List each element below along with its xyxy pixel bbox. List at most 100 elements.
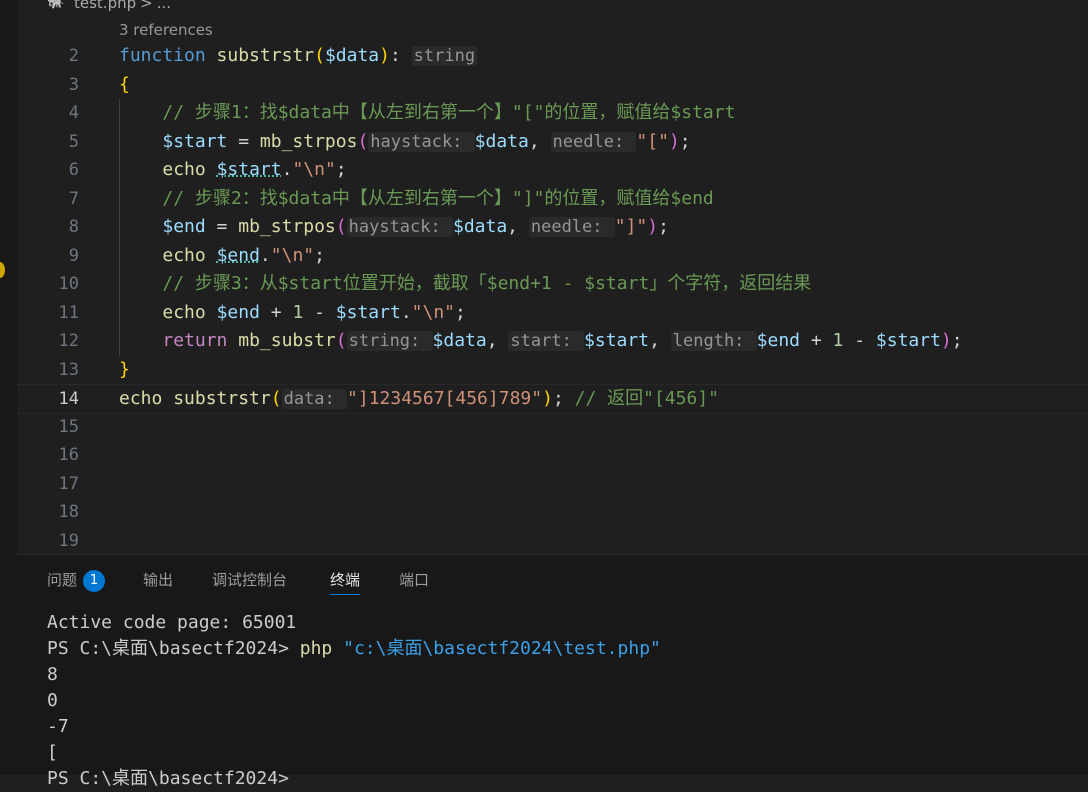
line-number[interactable]: 7 [17, 185, 79, 213]
code-text: echo substrstr(data: "]1234567[456]789")… [119, 385, 719, 413]
code-line[interactable]: 16 [17, 441, 1088, 469]
code-text: // 步骤3：从$start位置开始，截取「$end+1 - $start」个字… [119, 270, 811, 298]
code-token: ; [679, 130, 691, 152]
code-token: // 步骤3：从$start位置开始，截取「$end+1 - $start」个字… [162, 273, 812, 294]
code-line[interactable]: 14 echo substrstr(data: "]1234567[456]789… [17, 384, 1088, 414]
code-text: echo $end + 1 - $start."\n"; [119, 299, 466, 327]
code-token: ( [270, 388, 282, 409]
line-number[interactable]: 3 [17, 71, 79, 99]
breadcrumb-file[interactable]: test.php >... [74, 0, 171, 12]
line-number[interactable]: 2 [17, 42, 79, 70]
code-token: $data [324, 45, 380, 66]
code-token: : [389, 45, 412, 66]
line-number[interactable]: 17 [17, 470, 79, 498]
line-number[interactable]: 10 [17, 270, 79, 298]
line-number[interactable]: 16 [17, 441, 79, 469]
code-line[interactable]: 5 $start = mb_strpos(haystack: $data, ne… [17, 128, 1088, 156]
tab-output[interactable]: 输出 [143, 569, 173, 590]
line-number[interactable]: 15 [17, 413, 79, 441]
code-token: 1 [832, 330, 844, 351]
code-token: $end [162, 216, 206, 237]
tab-debug-console[interactable]: 调试控制台 [212, 569, 287, 590]
bottom-panel: 问题 1 输出 调试控制台 终端 端口 Active code page: 650… [17, 554, 1088, 789]
code-line[interactable]: 18 [17, 498, 1088, 526]
code-token: ; [552, 388, 575, 409]
code-token: 1 [292, 301, 304, 323]
code-token: $end [216, 244, 260, 266]
line-number[interactable]: 8 [17, 213, 79, 241]
code-token: = [205, 216, 239, 237]
line-number[interactable]: 5 [17, 128, 79, 156]
tab-ports[interactable]: 端口 [399, 569, 429, 590]
code-token: "]1234567[456]789" [347, 388, 543, 409]
line-number[interactable]: 6 [17, 156, 79, 184]
tab-problems[interactable]: 问题 1 [47, 569, 106, 592]
codelens-references[interactable]: 3 references [119, 21, 213, 39]
php-file-icon: 🐘 [47, 0, 65, 10]
code-line[interactable]: 2 function substrstr($data): string [17, 42, 1088, 70]
line-number[interactable]: 14 [17, 385, 79, 413]
code-token: $end [216, 301, 260, 323]
code-token: $start [162, 130, 228, 152]
terminal-line: Active code page: 65001 [47, 612, 297, 633]
code-line[interactable]: 11 echo $end + 1 - $start."\n"; [17, 299, 1088, 327]
code-editor[interactable]: 3 references 2 function substrstr($data):… [17, 18, 1088, 554]
tab-terminal[interactable]: 终端 [330, 569, 361, 595]
breadcrumb-filename[interactable]: test.php [74, 0, 136, 12]
line-number[interactable]: 4 [17, 99, 79, 127]
code-token: $data [452, 216, 508, 237]
code-token: + [259, 301, 293, 323]
code-text: $start = mb_strpos(haystack: $data, need… [119, 128, 691, 156]
code-token: echo [162, 159, 206, 180]
code-line[interactable]: 3{ [17, 71, 1088, 99]
terminal-output[interactable]: Active code page: 65001 PS C:\桌面\basectf… [47, 610, 1088, 792]
line-number[interactable]: 13 [17, 356, 79, 384]
code-token: mb_strpos [238, 216, 336, 237]
line-number[interactable]: 18 [17, 498, 79, 526]
line-number[interactable]: 12 [17, 327, 79, 355]
code-token: echo [119, 388, 163, 409]
code-line[interactable]: 17 [17, 470, 1088, 498]
breadcrumb-ellipsis[interactable]: ... [157, 0, 171, 12]
code-line[interactable]: 13} [17, 356, 1088, 384]
code-token: $start [875, 330, 941, 351]
code-text: echo $end."\n"; [119, 242, 325, 270]
terminal-prompt: PS C:\桌面\basectf2024> [47, 638, 300, 659]
code-token: ; [314, 244, 325, 266]
line-number[interactable]: 19 [17, 527, 79, 555]
line-number[interactable]: 11 [17, 299, 79, 327]
inlay-hint: haystack: [346, 217, 453, 237]
code-text: // 步骤2：找$data中【从左到右第一个】"]"的位置，赋值给$end [119, 185, 713, 213]
code-line[interactable]: 4 // 步骤1：找$data中【从左到右第一个】"["的位置，赋值给$star… [17, 99, 1088, 127]
inlay-hint: haystack: [368, 131, 475, 152]
terminal-command: php [299, 638, 333, 659]
code-text: // 步骤1：找$data中【从左到右第一个】"["的位置，赋值给$start [119, 99, 735, 127]
code-line[interactable]: 8 $end = mb_strpos(haystack: $data, need… [17, 213, 1088, 241]
tab-problems-label: 问题 [47, 571, 78, 589]
inlay-hint: needle: [550, 131, 637, 152]
code-line[interactable]: 10 // 步骤3：从$start位置开始，截取「$end+1 - $start… [17, 270, 1088, 298]
inlay-hint: needle: [528, 217, 615, 237]
code-line[interactable]: 9 echo $end."\n"; [17, 242, 1088, 270]
code-line[interactable]: 6 echo $start."\n"; [17, 156, 1088, 184]
indent-guide [119, 99, 120, 356]
code-line[interactable]: 7 // 步骤2：找$data中【从左到右第一个】"]"的位置，赋值给$end [17, 185, 1088, 213]
code-token: , [528, 130, 551, 152]
code-line[interactable]: 19 [17, 527, 1088, 555]
code-line[interactable]: 15 [17, 413, 1088, 441]
code-token: ( [335, 330, 347, 351]
problems-count-badge: 1 [83, 569, 106, 592]
code-token: $start [335, 301, 401, 323]
code-token: echo [162, 244, 206, 266]
line-number[interactable]: 9 [17, 242, 79, 270]
code-token: function [119, 45, 206, 66]
code-token: ) [379, 45, 390, 66]
code-line[interactable]: 12 return mb_substr(string: $data, start… [17, 327, 1088, 355]
